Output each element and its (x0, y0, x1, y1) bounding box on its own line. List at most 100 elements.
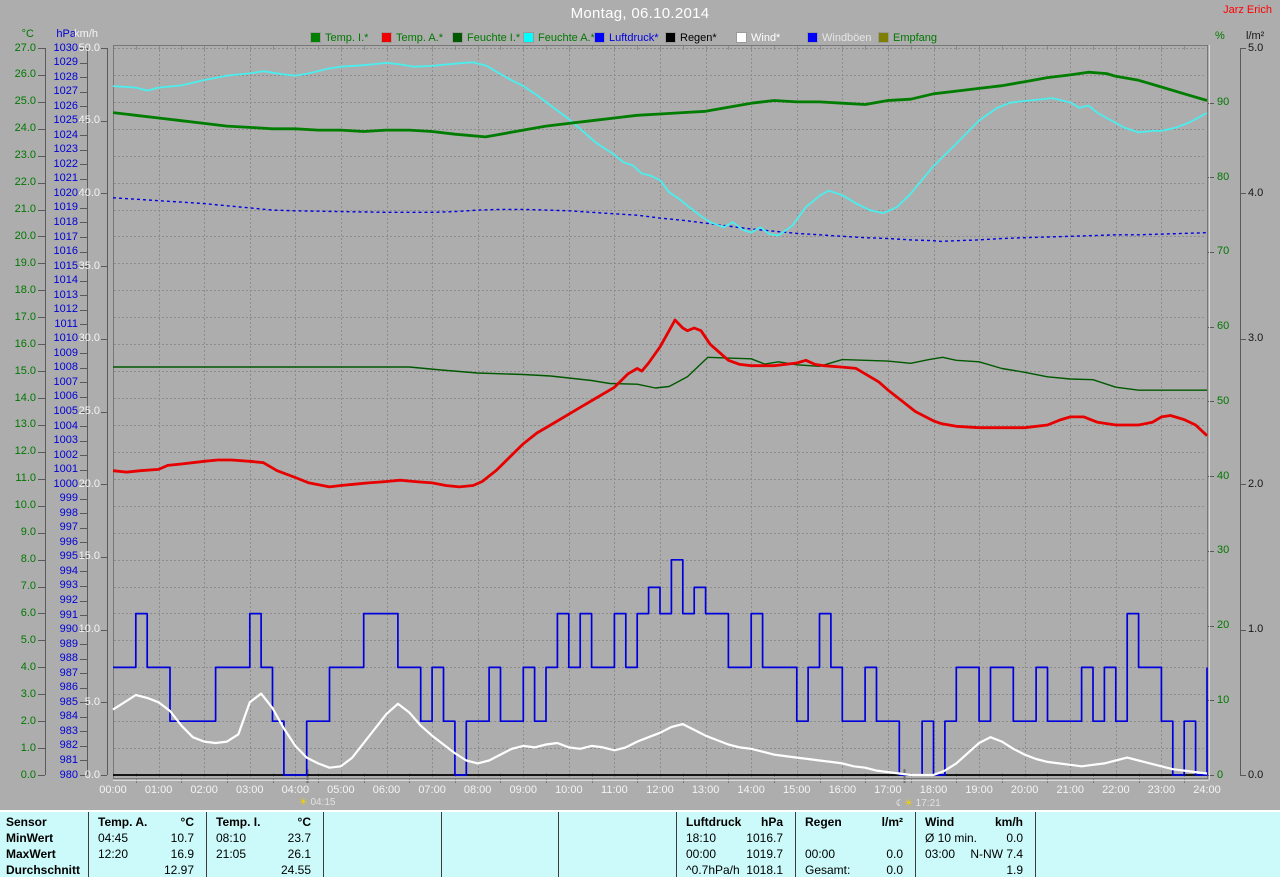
legend-item-feuchtea[interactable]: Feuchte A.* (523, 31, 595, 44)
pressure-axis-tick-label: 1021 (53, 172, 78, 185)
legend-color-swatch (381, 32, 392, 43)
wind-axis-unit: km/h (74, 28, 98, 40)
table-cell-value: 26.1 (287, 847, 311, 861)
table-cell-value: 1016.7 (746, 831, 783, 845)
pressure-axis-tick-label: 997 (59, 521, 78, 534)
time-axis-label: 24:00 (1193, 784, 1221, 796)
pressure-axis-tick-label: 1027 (53, 85, 78, 98)
time-axis-label: 14:00 (737, 784, 765, 796)
table-cell-value: 23.7 (287, 831, 311, 845)
table-cell-value: 1018.1 (746, 863, 783, 877)
pressure-axis-tick-label: 1016 (53, 245, 78, 258)
wind-axis-tick-label: 35.0 (78, 259, 100, 272)
legend-color-swatch (523, 32, 534, 43)
legend-item-regen[interactable]: Regen* (665, 31, 717, 44)
sunset-icon: ☾ (895, 798, 904, 808)
table-cell-value: °C (297, 815, 311, 829)
rain-axis-tick-label: 1.0 (1248, 623, 1264, 636)
pressure-axis-tick-label: 1014 (53, 274, 78, 287)
legend-color-swatch (452, 32, 463, 43)
legend-item-label: Regen* (680, 31, 717, 44)
pressure-axis-tick-label: 1024 (53, 128, 78, 141)
pressure-axis-tick-label: 999 (59, 492, 78, 505)
legend-item-empfang[interactable]: Empfang (878, 31, 937, 44)
pressure-axis-tick-label: 1028 (53, 70, 78, 83)
wind-axis-tick-label: 5.0 (84, 695, 100, 708)
table-cell-value: 10.7 (170, 831, 194, 845)
wind-axis-tick-label: 45.0 (78, 114, 100, 127)
legend-item-label: Luftdruck* (609, 31, 659, 44)
legend-item-tempa[interactable]: Temp. A.* (381, 31, 443, 44)
legend-item-label: Temp. A.* (396, 31, 444, 44)
pressure-axis-tick-label: 1023 (53, 143, 78, 156)
pressure-axis-tick-label: 1009 (53, 346, 78, 359)
time-axis-label: 11:00 (601, 784, 628, 796)
wind-axis-tick-label: 15.0 (78, 550, 100, 563)
series-feuchtea (112, 61, 1208, 237)
table-cell-value: l/m² (881, 815, 903, 829)
legend-item-tempi[interactable]: Temp. I.* (310, 31, 368, 44)
table-cell-value: 0.0 (886, 847, 903, 861)
legend-item-luftdruck[interactable]: Luftdruck* (594, 31, 659, 44)
legend-item-label: Windböen (822, 31, 872, 44)
pressure-axis-tick-label: 986 (59, 681, 78, 694)
weather-app-window: Montag, 06.10.2014 Jarz Erich Temp. I.* T… (0, 0, 1280, 881)
pressure-axis-tick-label: 1018 (53, 215, 78, 228)
time-axis-label: 20:00 (1010, 784, 1039, 796)
pressure-axis-tick-label: 1017 (53, 230, 78, 243)
humidity-axis-tick-label: 50 (1217, 394, 1230, 407)
weather-chart-plot (38, 45, 1246, 783)
table-cell-value: °C (180, 815, 194, 829)
time-axis-label: 21:00 (1056, 784, 1085, 796)
table-column-divider (795, 812, 796, 877)
table-column-divider (88, 812, 89, 877)
pressure-axis-tick-label: 989 (59, 637, 78, 650)
table-column-divider (915, 812, 916, 877)
table-row-label: MaxWert (6, 847, 56, 861)
table-cell-value: N-NW 7.4 (970, 847, 1023, 861)
legend-color-swatch (878, 32, 889, 43)
time-axis-label: 15:00 (782, 784, 811, 796)
time-axis-label: 07:00 (418, 784, 446, 796)
time-axis-label: 19:00 (965, 784, 993, 796)
table-row-label: Sensor (6, 815, 47, 829)
humidity-axis-tick-label: 90 (1217, 96, 1230, 109)
table-column-divider (206, 812, 207, 877)
pressure-axis-tick-label: 993 (59, 579, 78, 592)
sunset-marker: ☾☀ 17:21 (896, 797, 941, 810)
table-column-divider (676, 812, 677, 877)
legend-color-swatch (807, 32, 818, 43)
pressure-axis-tick-label: 987 (59, 666, 78, 679)
time-axis-label: 02:00 (190, 784, 218, 796)
time-axis-label: 18:00 (919, 784, 948, 796)
pressure-axis-tick-label: 998 (59, 506, 78, 519)
pressure-axis-tick-label: 1022 (53, 157, 78, 170)
humidity-axis-tick-label: 70 (1217, 245, 1230, 258)
legend-item-windböen[interactable]: Windböen (807, 31, 872, 44)
time-axis-label: 23:00 (1147, 784, 1176, 796)
pressure-axis-tick-label: 1012 (53, 303, 78, 316)
legend-item-label: Temp. I.* (325, 31, 369, 44)
pressure-axis-tick-label: 1006 (53, 390, 78, 403)
time-axis-label: 00:00 (99, 784, 127, 796)
legend-item-feuchtei[interactable]: Feuchte I.* (452, 31, 520, 44)
rain-axis-tick-label: 2.0 (1248, 477, 1264, 490)
humidity-axis-tick-label: 30 (1217, 544, 1230, 557)
table-cell-value: 1.9 (1006, 863, 1023, 877)
wind-axis-tick-label: 40.0 (78, 186, 100, 199)
legend-item-wind[interactable]: Wind* (736, 31, 780, 44)
time-axis-label: 10:00 (555, 784, 583, 796)
time-axis-label: 17:00 (874, 784, 902, 796)
sunrise-marker: ☀ 04:15 (299, 797, 336, 809)
sunrise-time-label: 04:15 (307, 797, 336, 808)
pressure-axis-tick-label: 988 (59, 652, 78, 665)
time-axis-label: 09:00 (509, 784, 538, 796)
pressure-axis-tick-label: 1013 (53, 288, 78, 301)
table-cell-value: 0.0 (886, 863, 903, 877)
legend-item-label: Wind* (751, 31, 781, 44)
wind-axis-tick-label: 0.0 (84, 768, 100, 781)
time-axis-label: 06:00 (372, 784, 401, 796)
statistics-table: Sensor MinWert MaxWert Durchschnitt Temp. A.… (0, 810, 1280, 881)
pressure-axis-tick-label: 1001 (53, 463, 78, 476)
table-cell-value: 0.0 (1006, 831, 1023, 845)
